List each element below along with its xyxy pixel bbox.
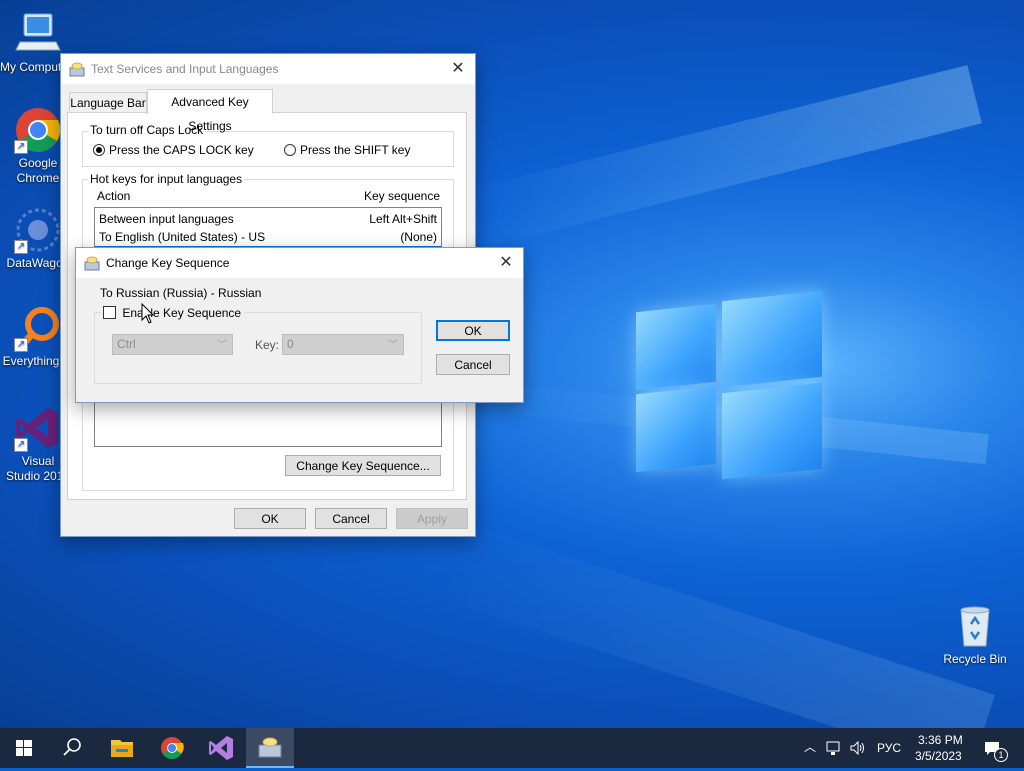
close-icon[interactable]: ✕ <box>447 58 469 80</box>
shift-key-radio[interactable] <box>284 144 296 156</box>
input-language-indicator[interactable]: РУС <box>877 741 901 755</box>
recycle-bin-icon <box>951 602 999 650</box>
chevron-down-icon: ﹀ <box>217 340 227 351</box>
desktop-icon-label: My Computer <box>0 60 62 74</box>
tab-advanced-key-settings[interactable]: Advanced Key Settings <box>147 89 273 133</box>
enable-key-sequence-row: Enable Key Sequence <box>101 305 245 321</box>
change-key-sequence-button[interactable]: Change Key Sequence... <box>285 455 441 476</box>
title-bar[interactable]: Text Services and Input Languages ✕ <box>61 54 475 84</box>
file-explorer-icon <box>111 740 133 757</box>
light-beam <box>437 521 995 728</box>
column-header-action: Action <box>97 189 131 203</box>
chevron-down-icon: ﹀ <box>388 340 398 351</box>
row-sequence: (None) <box>400 230 437 244</box>
taskbar-visual-studio[interactable] <box>197 728 245 768</box>
keyboard-settings-icon <box>69 61 85 77</box>
ok-button[interactable]: OK <box>234 508 306 529</box>
datawagon-icon: ↗ <box>14 206 62 254</box>
caps-lock-radio-label: Press the CAPS LOCK key <box>109 143 254 157</box>
clock-time[interactable]: 3:36 PM <box>918 733 963 747</box>
visual-studio-icon <box>209 736 233 760</box>
search-button[interactable] <box>48 728 96 768</box>
cancel-button[interactable]: Cancel <box>315 508 387 529</box>
dialog-title-bar[interactable]: Change Key Sequence ✕ <box>76 248 523 278</box>
taskbar-keyboard-settings[interactable] <box>246 728 294 768</box>
shortcut-arrow-icon: ↗ <box>14 240 28 254</box>
row-sequence: Left Alt+Shift <box>369 212 437 226</box>
shortcut-arrow-icon: ↗ <box>14 338 28 352</box>
key-value: 0 <box>287 337 294 351</box>
shift-key-radio-label: Press the SHIFT key <box>300 143 411 157</box>
modifier-value: Ctrl <box>117 337 136 351</box>
clock-date[interactable]: 3/5/2023 <box>915 749 962 763</box>
keyboard-settings-icon <box>258 737 282 758</box>
taskbar-chrome[interactable] <box>148 728 196 768</box>
key-label: Key: <box>255 338 280 352</box>
mouse-cursor <box>141 302 155 328</box>
table-row[interactable]: Between input languages Left Alt+Shift <box>95 210 441 228</box>
shortcut-arrow-icon: ↗ <box>14 140 28 154</box>
keyboard-settings-icon <box>84 255 100 271</box>
network-icon[interactable] <box>825 739 843 760</box>
notification-badge: 1 <box>994 748 1008 762</box>
desktop: My Computer ↗ Google Chrome ↗ DataWagon … <box>0 0 1024 728</box>
visual-studio-icon: ↗ <box>14 404 62 452</box>
computer-icon <box>14 10 62 58</box>
dialog-subtitle: To Russian (Russia) - Russian <box>100 286 262 300</box>
desktop-icon-label: Google Chrome <box>16 156 60 185</box>
row-action: To English (United States) - US <box>99 230 266 244</box>
show-hidden-icons-button[interactable]: ︿ <box>801 738 819 758</box>
desktop-icon-label: Everything <box>2 354 60 368</box>
chrome-icon <box>161 737 184 759</box>
windows-logo <box>636 290 824 482</box>
modifier-select[interactable]: Ctrl ﹀ <box>112 334 233 355</box>
tab-language-bar[interactable]: Language Bar <box>69 92 147 113</box>
column-header-key-sequence: Key sequence <box>363 189 440 203</box>
search-icon <box>63 738 81 756</box>
window-title: Text Services and Input Languages <box>91 62 279 76</box>
light-beam <box>462 65 982 250</box>
taskbar: ︿ РУС 3:36 PM 3/5/2023 1 <box>0 728 1024 768</box>
caps-lock-radio[interactable] <box>93 144 105 156</box>
start-icon <box>16 740 32 756</box>
chrome-icon: ↗ <box>14 106 62 154</box>
dialog-title: Change Key Sequence <box>106 256 230 270</box>
table-row[interactable]: To English (United States) - US (None) <box>95 228 441 246</box>
volume-icon[interactable] <box>849 739 867 760</box>
start-button[interactable] <box>0 728 48 768</box>
taskbar-file-explorer[interactable] <box>98 728 146 768</box>
hotkeys-group-label: Hot keys for input languages <box>88 172 245 186</box>
row-action: Between input languages <box>99 212 234 226</box>
desktop-icon-recycle-bin[interactable]: Recycle Bin <box>937 602 1013 667</box>
action-center-button[interactable]: 1 <box>982 738 1008 762</box>
tab-label: Language Bar <box>70 96 146 110</box>
key-select[interactable]: 0 ﹀ <box>282 334 404 355</box>
dialog-cancel-button[interactable]: Cancel <box>436 354 510 375</box>
apply-button[interactable]: Apply <box>396 508 468 529</box>
close-icon[interactable]: ✕ <box>495 252 517 274</box>
everything-icon: ↗ <box>14 304 62 352</box>
dialog-ok-button[interactable]: OK <box>436 320 510 341</box>
desktop-icon-label: Recycle Bin <box>943 652 1007 666</box>
enable-key-sequence-checkbox[interactable] <box>103 306 116 320</box>
chevron-up-icon: ︿ <box>803 740 816 754</box>
shortcut-arrow-icon: ↗ <box>14 438 28 452</box>
